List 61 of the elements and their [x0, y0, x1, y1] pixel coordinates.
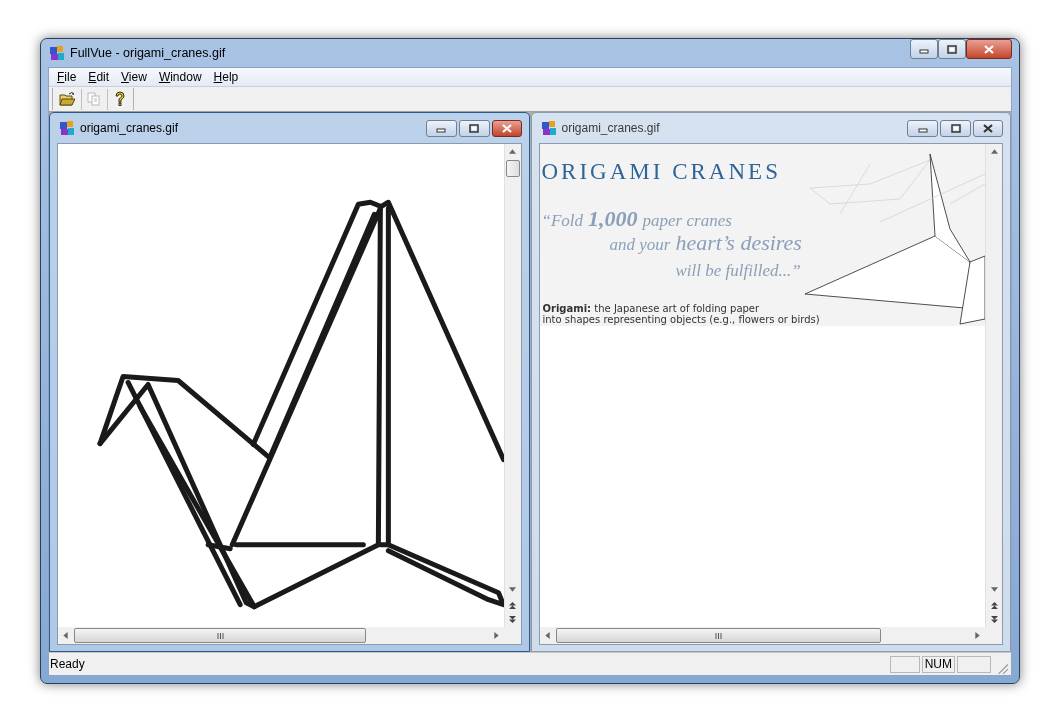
scroll-right-icon[interactable]	[975, 632, 980, 639]
document-title: origami_cranes.gif	[561, 120, 660, 137]
restore-icon	[949, 122, 962, 134]
poster-caption: Origami: the Japanese art of folding paper into shapes representing objects (e.g., flowers or birds)	[542, 303, 820, 325]
vertical-scrollbar[interactable]	[985, 144, 1002, 627]
quote-text: heart’s desires	[675, 230, 802, 257]
grip-icon	[216, 632, 224, 639]
window-title: FullVue - origami_cranes.gif	[70, 44, 226, 62]
scroll-down-icon[interactable]	[509, 587, 516, 592]
close-button[interactable]	[966, 39, 1012, 59]
minimize-button[interactable]	[910, 39, 938, 59]
poster-heading: ORIGAMI CRANES	[541, 160, 781, 183]
app-icon	[540, 120, 557, 136]
close-icon	[500, 122, 513, 134]
menu-item[interactable]: File	[51, 69, 83, 85]
menu-item[interactable]: Help	[207, 69, 245, 85]
restore-icon	[468, 122, 480, 134]
scroll-thumb[interactable]	[74, 628, 366, 643]
next-page-icon[interactable]	[509, 616, 516, 623]
scroll-up-icon[interactable]	[990, 149, 998, 154]
restore-button[interactable]	[458, 119, 490, 137]
menu-item[interactable]: View	[115, 69, 153, 85]
close-icon	[983, 43, 995, 55]
scroll-up-icon[interactable]	[509, 149, 516, 154]
resize-grip-icon[interactable]	[995, 661, 1009, 675]
restore-button[interactable]	[940, 119, 971, 137]
quote-text: 1,000	[588, 205, 638, 233]
scroll-left-icon[interactable]	[544, 632, 550, 639]
quote-text: paper cranes	[642, 210, 732, 232]
status-pane	[889, 655, 920, 673]
copy-icon	[85, 91, 102, 107]
app-icon	[59, 120, 75, 136]
maximize-button[interactable]	[938, 39, 966, 59]
maximize-icon	[946, 43, 958, 55]
status-text: Ready	[50, 656, 85, 673]
scroll-right-icon[interactable]	[493, 632, 499, 639]
quote-text: and your	[609, 234, 671, 256]
status-indicator: NUM	[921, 655, 955, 673]
scroll-thumb[interactable]	[505, 160, 520, 177]
status-pane	[957, 655, 991, 673]
quote-text: “Fold	[541, 210, 584, 232]
minimize-button[interactable]	[425, 119, 457, 137]
grip-icon	[714, 632, 722, 639]
minimize-button[interactable]	[907, 119, 938, 137]
quote-text: will be fulfilled...”	[675, 260, 801, 282]
close-icon	[982, 122, 994, 134]
menu-item[interactable]: Window	[152, 69, 208, 85]
horizontal-scrollbar[interactable]	[58, 627, 504, 644]
previous-page-icon[interactable]	[509, 602, 516, 609]
close-button[interactable]	[491, 119, 522, 137]
app-icon	[49, 45, 65, 61]
horizontal-scrollbar[interactable]	[539, 627, 985, 644]
next-page-icon[interactable]	[990, 616, 998, 623]
previous-page-icon[interactable]	[990, 602, 998, 609]
scroll-left-icon[interactable]	[63, 632, 68, 639]
menu-item[interactable]: Edit	[82, 69, 116, 85]
close-button[interactable]	[973, 119, 1003, 137]
scroll-down-icon[interactable]	[990, 587, 998, 592]
document-title: origami_cranes.gif	[80, 120, 179, 137]
scroll-thumb[interactable]	[555, 628, 881, 643]
open-icon	[59, 91, 75, 107]
